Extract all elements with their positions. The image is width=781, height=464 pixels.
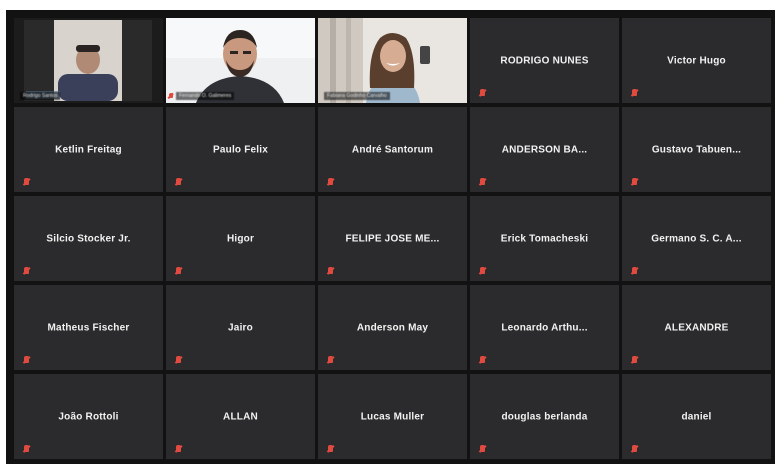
participant-name: ANDERSON BA... xyxy=(501,144,588,155)
participant-tile[interactable]: FELIPE JOSE ME... xyxy=(318,196,467,281)
participant-tile[interactable]: ALLAN xyxy=(166,374,315,459)
participant-name: Anderson May xyxy=(356,322,429,333)
participant-name: Erick Tomacheski xyxy=(500,233,589,244)
participant-tile[interactable]: Silcio Stocker Jr. xyxy=(14,196,163,281)
participant-name: FELIPE JOSE ME... xyxy=(345,233,440,244)
participant-name: Victor Hugo xyxy=(667,55,726,66)
participant-name: Jairo xyxy=(228,322,253,333)
participant-name: Matheus Fischer xyxy=(47,322,130,333)
participant-name: Higor xyxy=(226,233,255,244)
video-tile-3[interactable]: Fabiana Godinho Carvalho xyxy=(318,18,467,103)
participant-name: douglas berlanda xyxy=(501,411,588,422)
participant-name: Leonardo Arthu... xyxy=(501,322,588,333)
muted-mic-icon xyxy=(169,93,173,98)
muted-mic-icon xyxy=(480,178,485,185)
participant-tile[interactable]: daniel xyxy=(622,374,771,459)
muted-mic-icon xyxy=(24,267,29,274)
participant-name: André Santorum xyxy=(351,144,434,155)
participant-name: Lucas Muller xyxy=(360,411,425,422)
participant-tile[interactable]: Victor Hugo xyxy=(622,18,771,103)
muted-mic-icon xyxy=(176,267,181,274)
participant-video xyxy=(14,18,163,103)
participant-tile[interactable]: Higor xyxy=(166,196,315,281)
muted-mic-icon xyxy=(632,89,637,96)
muted-mic-icon xyxy=(328,445,333,452)
participant-tile[interactable]: André Santorum xyxy=(318,107,467,192)
participant-caption: Fernando O. Galimeres xyxy=(176,92,235,100)
participant-tile[interactable]: João Rottoli xyxy=(14,374,163,459)
participant-name: ALEXANDRE xyxy=(664,322,729,333)
muted-mic-icon xyxy=(24,445,29,452)
participant-name: João Rottoli xyxy=(58,411,119,422)
participant-name: Germano S. C. A... xyxy=(651,233,742,244)
participant-tile[interactable]: Jairo xyxy=(166,285,315,370)
muted-mic-icon xyxy=(328,178,333,185)
muted-mic-icon xyxy=(480,356,485,363)
muted-mic-icon xyxy=(632,267,637,274)
participant-tile[interactable]: Germano S. C. A... xyxy=(622,196,771,281)
muted-mic-icon xyxy=(480,267,485,274)
participant-tile[interactable]: Gustavo Tabuen... xyxy=(622,107,771,192)
muted-mic-icon xyxy=(328,267,333,274)
participant-tile[interactable]: Paulo Felix xyxy=(166,107,315,192)
muted-mic-icon xyxy=(24,178,29,185)
participant-tile[interactable]: Anderson May xyxy=(318,285,467,370)
muted-mic-icon xyxy=(176,445,181,452)
participant-tile[interactable]: ANDERSON BA... xyxy=(470,107,619,192)
muted-mic-icon xyxy=(480,89,485,96)
video-tile-1[interactable]: Rodrigo Santos xyxy=(14,18,163,103)
participant-tile[interactable]: Lucas Muller xyxy=(318,374,467,459)
participant-name: ALLAN xyxy=(223,411,258,422)
muted-mic-icon xyxy=(480,445,485,452)
muted-mic-icon xyxy=(632,178,637,185)
participant-tile[interactable]: Ketlin Freitag xyxy=(14,107,163,192)
participant-tile[interactable]: Matheus Fischer xyxy=(14,285,163,370)
participant-tile[interactable]: RODRIGO NUNES xyxy=(470,18,619,103)
muted-mic-icon xyxy=(632,356,637,363)
participant-name: Ketlin Freitag xyxy=(55,144,122,155)
participant-tile[interactable]: douglas berlanda xyxy=(470,374,619,459)
participant-name: daniel xyxy=(681,411,712,422)
participant-caption: Fabiana Godinho Carvalho xyxy=(324,92,390,100)
participant-tile[interactable]: Leonardo Arthu... xyxy=(470,285,619,370)
muted-mic-icon xyxy=(632,445,637,452)
participant-name: Gustavo Tabuen... xyxy=(651,144,742,155)
participant-tile[interactable]: ALEXANDRE xyxy=(622,285,771,370)
muted-mic-icon xyxy=(176,178,181,185)
muted-mic-icon xyxy=(328,356,333,363)
gallery-grid: Rodrigo Santos Fernando O. Galimeres Fab… xyxy=(14,18,772,464)
participant-name: Paulo Felix xyxy=(213,144,268,155)
muted-mic-icon xyxy=(24,356,29,363)
muted-mic-icon xyxy=(176,356,181,363)
participant-video xyxy=(166,18,315,103)
participant-caption: Rodrigo Santos xyxy=(20,92,61,100)
video-tile-2[interactable]: Fernando O. Galimeres xyxy=(166,18,315,103)
participant-name: Silcio Stocker Jr. xyxy=(46,233,131,244)
meeting-window: Rodrigo Santos Fernando O. Galimeres Fab… xyxy=(6,10,775,464)
participant-name: RODRIGO NUNES xyxy=(500,55,589,66)
participant-video xyxy=(318,18,467,103)
participant-tile[interactable]: Erick Tomacheski xyxy=(470,196,619,281)
